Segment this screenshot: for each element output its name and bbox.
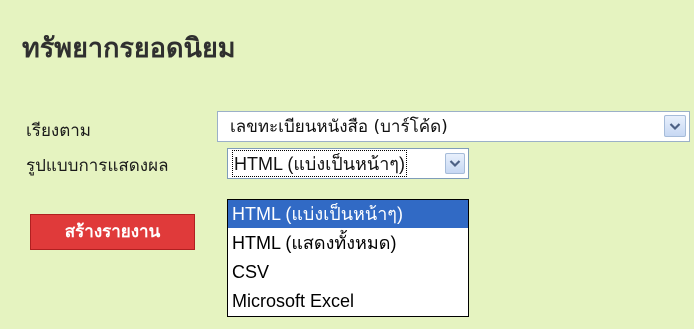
chevron-down-icon[interactable] [445, 153, 465, 174]
format-select[interactable]: HTML (แบ่งเป็นหน้าๆ) [227, 148, 469, 179]
format-option[interactable]: HTML (แสดงทั้งหมด) [228, 229, 468, 257]
create-report-button[interactable]: สร้างรายงาน [30, 214, 195, 250]
report-panel: ทรัพยากรยอดนิยม เรียงตาม เลขทะเบียนหนังส… [0, 0, 694, 329]
format-option[interactable]: HTML (แบ่งเป็นหน้าๆ) [228, 200, 468, 228]
format-select-value: HTML (แบ่งเป็นหน้าๆ) [232, 150, 407, 177]
format-dropdown-list: HTML (แบ่งเป็นหน้าๆ) HTML (แสดงทั้งหมด) … [227, 199, 469, 317]
sort-select[interactable]: เลขทะเบียนหนังสือ (บาร์โค้ด) [217, 111, 690, 142]
format-label: รูปแบบการแสดงผล [26, 156, 169, 176]
format-option[interactable]: CSV [228, 258, 468, 286]
sort-label: เรียงตาม [26, 121, 91, 141]
sort-select-value: เลขทะเบียนหนังสือ (บาร์โค้ด) [230, 117, 448, 137]
chevron-down-icon[interactable] [664, 115, 686, 137]
format-option[interactable]: Microsoft Excel [228, 287, 468, 315]
page-title: ทรัพยากรยอดนิยม [22, 33, 236, 64]
